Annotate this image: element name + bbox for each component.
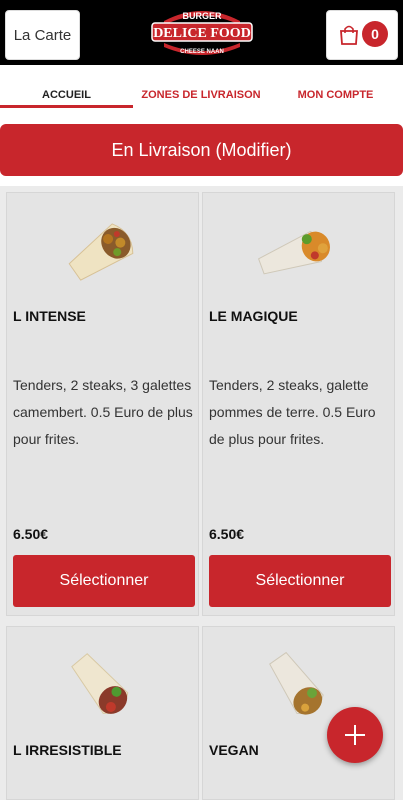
product-grid: L INTENSE Tenders, 2 steaks, 3 galettes … — [0, 186, 403, 800]
product-card[interactable]: L INTENSE Tenders, 2 steaks, 3 galettes … — [6, 192, 199, 616]
tab-accueil[interactable]: ACCUEIL — [0, 89, 133, 101]
product-name: L IRRESISTIBLE — [13, 742, 122, 758]
product-price: 6.50€ — [13, 526, 49, 542]
product-name: LE MAGIQUE — [209, 308, 298, 324]
logo-bottom-text: CHEESE NAAN — [180, 49, 224, 55]
select-button[interactable]: Sélectionner — [209, 555, 391, 607]
tab-zones-de-livraison[interactable]: ZONES DE LIVRAISON — [134, 89, 268, 101]
wrap-image-icon — [68, 223, 134, 281]
product-description: Tenders, 2 steaks, galette pommes de ter… — [209, 377, 376, 447]
delivery-mode-button[interactable]: En Livraison (Modifier) — [0, 124, 403, 176]
menu-button[interactable]: La Carte — [5, 10, 80, 60]
plus-icon — [345, 725, 365, 745]
product-card[interactable]: L IRRESISTIBLE — [6, 626, 199, 800]
menu-button-label: La Carte — [13, 26, 72, 44]
select-button-label: Sélectionner — [59, 572, 149, 589]
floating-add-button[interactable] — [327, 707, 383, 763]
active-tab-indicator — [0, 105, 133, 108]
main-tabs: ACCUEIL ZONES DE LIVRAISON MON COMPTE — [0, 65, 403, 110]
shopping-bag-icon — [340, 25, 358, 45]
logo-top-text: BURGER — [182, 11, 222, 21]
product-card[interactable]: LE MAGIQUE Tenders, 2 steaks, galette po… — [202, 192, 395, 616]
delice-food-logo: BURGER DELICE FOOD CHEESE NAAN — [151, 11, 253, 55]
tab-mon-compte[interactable]: MON COMPTE — [268, 89, 403, 101]
cart-count-badge: 0 — [362, 21, 388, 47]
product-price: 6.50€ — [209, 526, 245, 542]
product-description: Tenders, 2 steaks, 3 galettes camembert.… — [13, 377, 193, 447]
wrap-image-icon — [257, 230, 330, 275]
product-name: VEGAN — [209, 742, 259, 758]
app-header: La Carte BURGER DELICE FOOD CHEESE NAAN … — [0, 0, 403, 65]
wrap-image-icon — [71, 653, 129, 714]
wrap-image-icon — [269, 651, 324, 715]
cart-button[interactable]: 0 — [326, 10, 398, 60]
select-button[interactable]: Sélectionner — [13, 555, 195, 607]
product-name: L INTENSE — [13, 308, 86, 324]
delivery-mode-label: En Livraison (Modifier) — [111, 139, 292, 160]
logo-brand-text: DELICE FOOD — [153, 26, 251, 41]
select-button-label: Sélectionner — [255, 572, 345, 589]
